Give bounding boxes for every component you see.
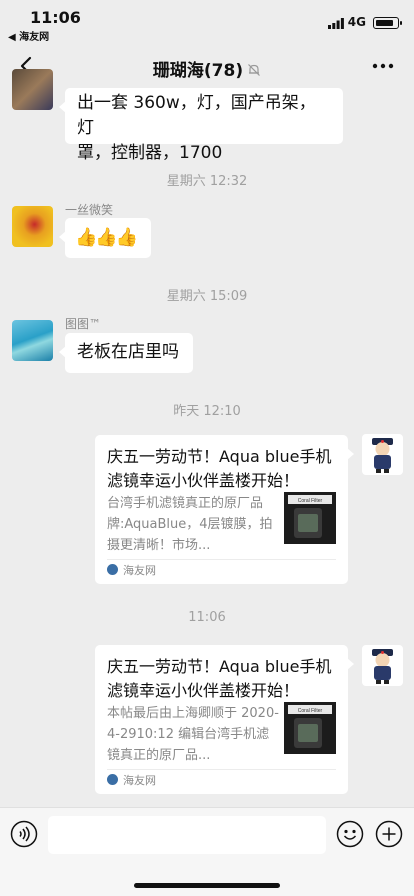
sender-name: 图图™ <box>65 317 102 331</box>
avatar[interactable] <box>12 69 53 110</box>
message-bubble[interactable]: 老板在店里吗 <box>59 333 193 373</box>
message-text: 老板在店里吗 <box>77 342 179 362</box>
message-bubble[interactable]: 👍👍👍 <box>59 218 151 258</box>
home-indicator[interactable] <box>134 883 280 888</box>
avatar[interactable] <box>12 206 53 247</box>
thumb-label: Coral Filter <box>298 708 323 714</box>
ellipsis-icon[interactable] <box>372 60 394 72</box>
time-separator: 星期六 12:32 <box>166 174 248 189</box>
link-card[interactable]: 庆五一劳动节！Aqua blue手机滤镜幸运小伙伴盖楼开始！ 台湾手机滤镜真正的… <box>95 435 354 584</box>
link-card-desc: 本帖最后由上海卿顺于 2020-4-2910:12 编辑台湾手机滤镜真正的原厂品… <box>107 706 279 763</box>
divider <box>107 559 336 560</box>
message-text: 罩，控制器，1700 <box>77 143 223 163</box>
link-card-source: 海友网 <box>107 563 156 579</box>
chat-title: 珊瑚海(78) <box>0 56 414 81</box>
cartoon-avatar-icon <box>372 649 393 684</box>
thumb-label: Coral Filter <box>298 498 323 504</box>
sender-name: 一丝微笑 <box>65 203 114 217</box>
input-bar <box>0 807 414 896</box>
voice-icon[interactable] <box>10 820 38 848</box>
time-separator: 星期六 15:09 <box>166 289 248 304</box>
avatar[interactable] <box>12 320 53 361</box>
plus-icon[interactable] <box>375 820 403 848</box>
link-card[interactable]: 庆五一劳动节！Aqua blue手机滤镜幸运小伙伴盖楼开始！ 本帖最后由上海卿顺… <box>95 645 354 794</box>
message-text: 出一套 360w，灯，国产吊架，灯 <box>77 93 316 138</box>
battery-icon <box>373 17 402 29</box>
divider <box>107 769 336 770</box>
bell-muted-icon <box>248 64 261 76</box>
chat-header: 珊瑚海(78) <box>0 44 414 88</box>
back-to-app-link[interactable]: ◀ 海友网 <box>8 28 49 43</box>
emoji-icon[interactable] <box>336 820 364 848</box>
message-input[interactable] <box>48 816 326 854</box>
time-separator: 11:06 <box>188 610 226 625</box>
status-bar: 11:06 ◀ 海友网 4G <box>0 0 414 44</box>
message-bubble[interactable]: 出一套 360w，灯，国产吊架，灯 罩，控制器，1700 <box>59 88 343 163</box>
chat-title-text: 珊瑚海(78) <box>152 61 244 81</box>
link-card-desc: 台湾手机滤镜真正的原厂品牌:AquaBlue，4层镀膜，拍摄更清晰！市场... <box>107 496 273 553</box>
link-card-thumbnail: Coral Filter <box>284 492 336 544</box>
self-avatar[interactable] <box>362 645 403 686</box>
source-name: 海友网 <box>123 774 156 787</box>
time-separator: 昨天 12:10 <box>173 404 241 419</box>
link-card-source: 海友网 <box>107 773 156 789</box>
thumbs-up-emoji: 👍👍👍 <box>75 227 138 248</box>
network-type: 4G <box>347 15 366 29</box>
link-card-thumbnail: Coral Filter <box>284 702 336 754</box>
status-time: 11:06 <box>30 8 81 27</box>
cartoon-avatar-icon <box>372 438 393 473</box>
source-name: 海友网 <box>123 564 156 577</box>
signal-icon <box>328 18 344 29</box>
source-app-icon <box>107 564 118 575</box>
link-card-title: 庆五一劳动节！Aqua blue手机滤镜幸运小伙伴盖楼开始！ <box>107 447 332 490</box>
source-app-icon <box>107 774 118 785</box>
link-card-title: 庆五一劳动节！Aqua blue手机滤镜幸运小伙伴盖楼开始！ <box>107 657 332 700</box>
self-avatar[interactable] <box>362 434 403 475</box>
